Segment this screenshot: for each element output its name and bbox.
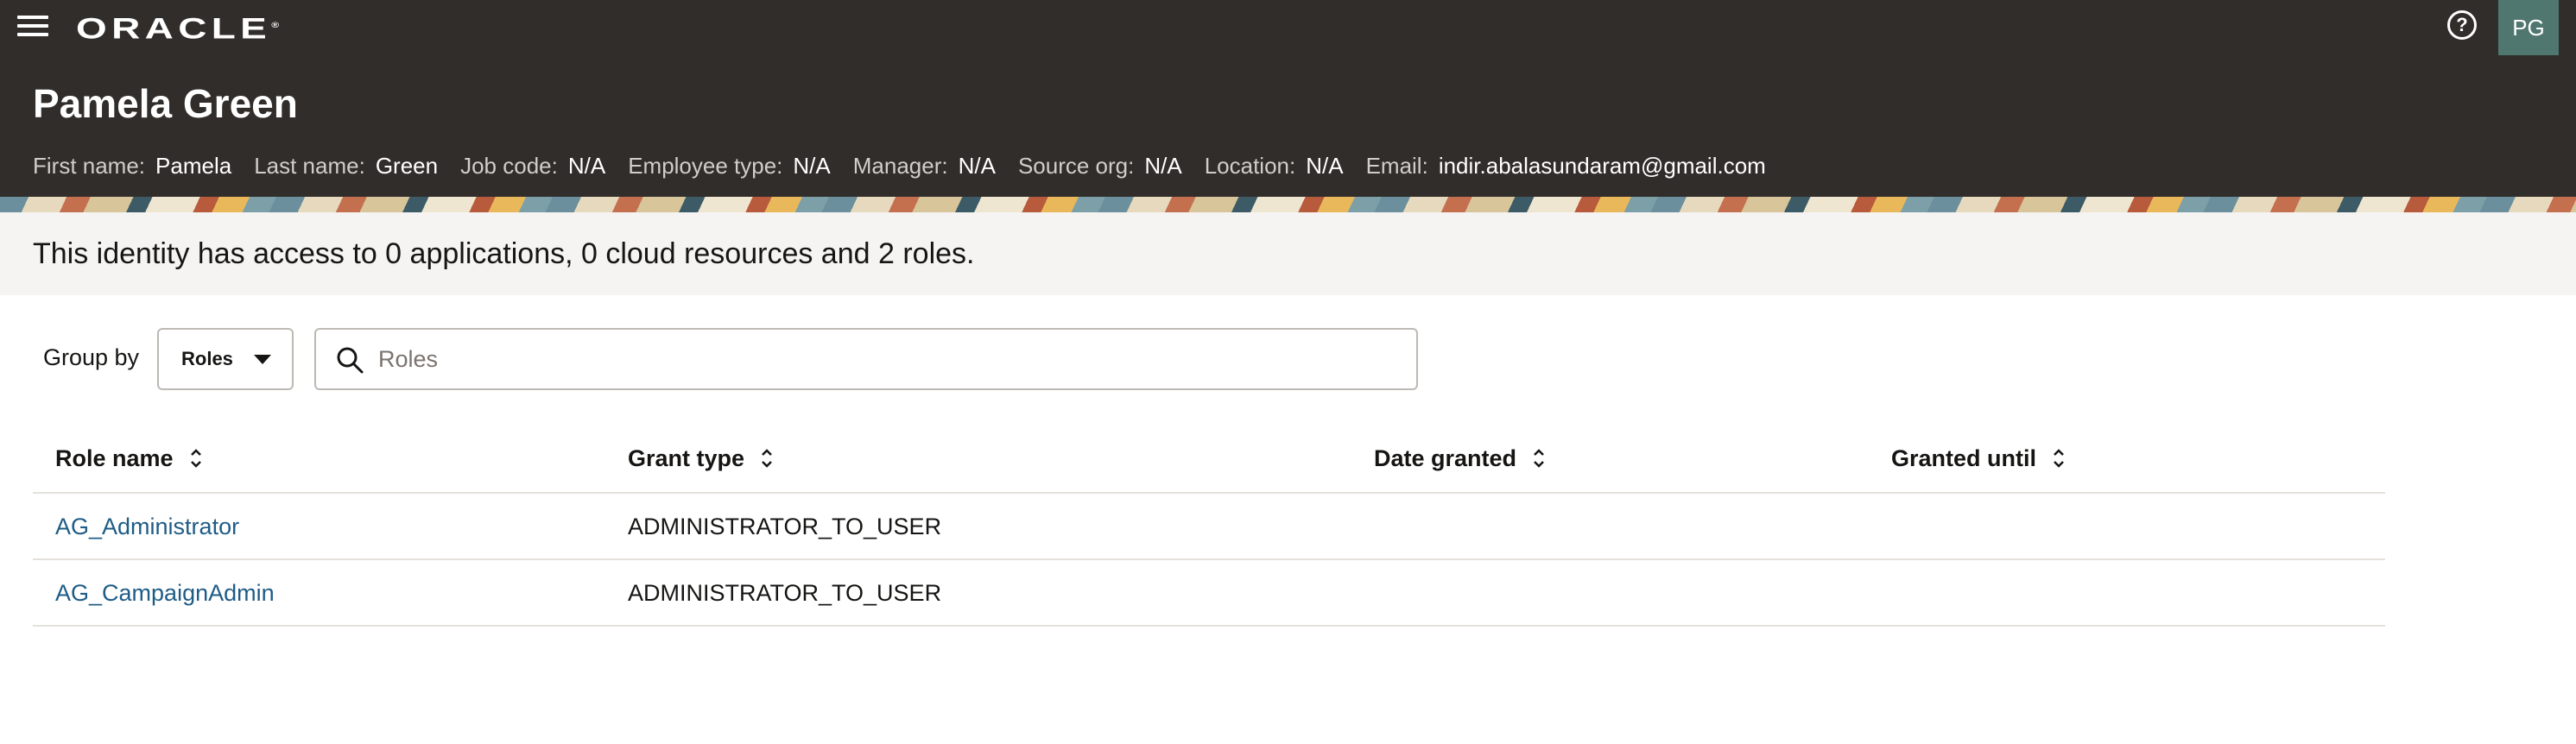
attr-value: Pamela [155, 152, 232, 179]
identity-attributes: First name: Pamela Last name: Green Job … [33, 152, 1788, 180]
identity-title: Pamela Green [33, 81, 298, 126]
attr-label: Email: [1365, 152, 1428, 179]
sort-icon [762, 449, 772, 468]
attr-last-name: Last name: Green [254, 153, 438, 180]
column-header-grant-type[interactable]: Grant type [628, 423, 774, 494]
table-row: AG_Administrator ADMINISTRATOR_TO_USER [33, 494, 2385, 560]
column-label: Grant type [628, 445, 745, 471]
attr-value: indir.abalasundaram@gmail.com [1438, 152, 1766, 179]
attr-job-code: Job code: N/A [460, 153, 605, 180]
attr-value: N/A [793, 152, 831, 179]
sort-icon [190, 449, 201, 468]
grant-type-cell: ADMINISTRATOR_TO_USER [628, 580, 942, 606]
search-icon [337, 347, 364, 374]
summary-text: This identity has access to 0 applicatio… [33, 237, 975, 270]
attr-value: N/A [1144, 152, 1182, 179]
menu-bar [17, 16, 48, 19]
column-header-granted-until[interactable]: Granted until [1891, 423, 2066, 494]
role-name-link[interactable]: AG_Administrator [55, 494, 239, 560]
group-by-value: Roles [181, 348, 233, 369]
column-label: Date granted [1374, 445, 1517, 471]
attr-first-name: First name: Pamela [33, 153, 231, 180]
table-header: Role name Grant type Date granted Grante… [33, 423, 2385, 494]
oracle-logo[interactable]: ORACLE® [76, 10, 279, 43]
registered-mark: ® [271, 21, 280, 29]
role-name-link[interactable]: AG_CampaignAdmin [55, 560, 275, 627]
table-row: AG_CampaignAdmin ADMINISTRATOR_TO_USER [33, 560, 2385, 627]
grant-type-cell: ADMINISTRATOR_TO_USER [628, 514, 942, 539]
column-label: Granted until [1891, 445, 2036, 471]
sort-icon [2054, 449, 2064, 468]
search-box[interactable] [314, 328, 1418, 390]
attr-label: Last name: [254, 152, 365, 179]
access-summary: This identity has access to 0 applicatio… [0, 212, 2576, 295]
hamburger-menu-icon[interactable] [17, 12, 48, 40]
menu-bar [17, 33, 48, 36]
column-header-date-granted[interactable]: Date granted [1374, 423, 1546, 494]
decorative-banner [0, 197, 2576, 212]
sort-icon [1534, 449, 1544, 468]
user-avatar[interactable]: PG [2498, 0, 2559, 55]
attr-label: Employee type: [628, 152, 783, 179]
attr-label: Source org: [1017, 152, 1135, 179]
attr-email: Email: indir.abalasundaram@gmail.com [1366, 153, 1766, 180]
logo-text: ORACLE [76, 12, 272, 46]
attr-label: Manager: [852, 152, 948, 179]
caret-down-icon [254, 355, 271, 364]
attr-location: Location: N/A [1205, 153, 1344, 180]
group-by-label: Group by [43, 344, 140, 370]
attr-value: N/A [1306, 152, 1344, 179]
menu-bar [17, 24, 48, 28]
column-header-role-name[interactable]: Role name [55, 423, 203, 494]
attr-manager: Manager: N/A [853, 153, 996, 180]
roles-table: Role name Grant type Date granted Grante… [33, 423, 2385, 627]
search-input[interactable] [378, 333, 1406, 385]
attr-value: N/A [958, 152, 996, 179]
column-label: Role name [55, 445, 174, 471]
attr-value: N/A [567, 152, 606, 179]
attr-employee-type: Employee type: N/A [628, 153, 831, 180]
attr-label: Location: [1204, 152, 1296, 179]
help-icon[interactable]: ? [2447, 10, 2477, 40]
attr-source-org: Source org: N/A [1018, 153, 1182, 180]
attr-label: Job code: [460, 152, 558, 179]
attr-label: First name: [33, 152, 146, 179]
attr-value: Green [375, 152, 439, 179]
group-by-select[interactable]: Roles [157, 328, 294, 390]
top-header: ORACLE® ? PG Pamela Green First name: Pa… [0, 0, 2576, 197]
